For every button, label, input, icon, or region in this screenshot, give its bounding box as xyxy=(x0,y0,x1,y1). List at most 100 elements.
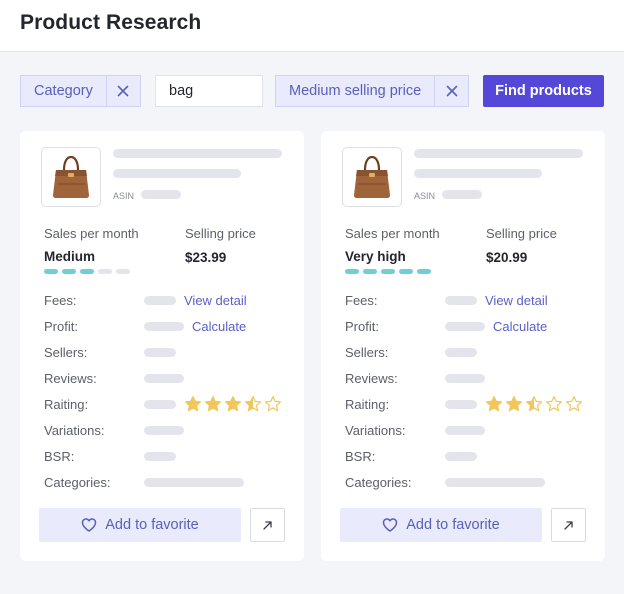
fees-placeholder xyxy=(445,296,477,305)
title-placeholder xyxy=(414,149,583,158)
meter-segment xyxy=(345,269,359,274)
bsr-label: BSR: xyxy=(345,449,376,464)
bsr-label: BSR: xyxy=(44,449,75,464)
price-label: Selling price xyxy=(185,226,256,241)
page-title: Product Research xyxy=(20,11,202,34)
product-card: ASIN Sales per month Medium Selling pric… xyxy=(20,131,304,561)
sellers-label: Sellers: xyxy=(44,345,88,360)
profit-placeholder xyxy=(144,322,184,331)
meter-segment xyxy=(381,269,395,274)
star-icon xyxy=(204,395,222,418)
variations-label: Variations: xyxy=(44,423,105,438)
sales-meter xyxy=(44,269,130,274)
sales-value: Very high xyxy=(345,249,406,264)
fees-label: Fees: xyxy=(345,293,378,308)
sales-value: Medium xyxy=(44,249,96,264)
reviews-placeholder xyxy=(144,374,184,383)
close-icon xyxy=(118,85,129,97)
star-icon xyxy=(505,395,523,418)
category-filter-label[interactable]: Category xyxy=(21,76,107,106)
rating-placeholder xyxy=(445,400,477,409)
asin-placeholder xyxy=(141,190,181,199)
remove-price-filter-button[interactable] xyxy=(435,76,468,106)
subtitle-placeholder xyxy=(414,169,542,178)
open-product-button[interactable] xyxy=(250,508,285,542)
rating-placeholder xyxy=(144,400,176,409)
add-to-favorite-button[interactable]: Add to favorite xyxy=(39,508,241,542)
add-to-favorite-label: Add to favorite xyxy=(105,517,199,533)
handbag-icon xyxy=(53,155,89,198)
star-icon xyxy=(264,395,282,418)
rating-stars xyxy=(184,395,282,418)
price-value: $20.99 xyxy=(486,250,528,265)
calculate-link[interactable]: Calculate xyxy=(493,319,547,334)
product-thumbnail[interactable] xyxy=(342,147,402,207)
star-icon xyxy=(224,395,242,418)
arrow-up-right-icon xyxy=(564,520,573,530)
bsr-placeholder xyxy=(144,452,176,461)
meter-segment xyxy=(363,269,377,274)
asin-label: ASIN xyxy=(113,191,135,201)
find-products-button[interactable]: Find products xyxy=(483,75,604,107)
heart-icon xyxy=(383,518,398,532)
reviews-label: Reviews: xyxy=(44,371,97,386)
meter-segment xyxy=(44,269,58,274)
categories-placeholder xyxy=(144,478,244,487)
star-icon xyxy=(485,395,503,418)
star-icon xyxy=(545,395,563,418)
open-product-button[interactable] xyxy=(551,508,586,542)
add-to-favorite-label: Add to favorite xyxy=(406,517,500,533)
bsr-placeholder xyxy=(445,452,477,461)
calculate-link[interactable]: Calculate xyxy=(192,319,246,334)
categories-label: Categories: xyxy=(44,475,111,490)
price-label: Selling price xyxy=(486,226,557,241)
fees-label: Fees: xyxy=(44,293,77,308)
sellers-placeholder xyxy=(445,348,477,357)
star-icon xyxy=(244,395,262,418)
product-card: ASIN Sales per month Very high Selling p… xyxy=(321,131,605,561)
star-icon xyxy=(184,395,202,418)
category-filter-chip: Category xyxy=(20,75,141,107)
fees-placeholder xyxy=(144,296,176,305)
asin-label: ASIN xyxy=(414,191,436,201)
variations-label: Variations: xyxy=(345,423,406,438)
price-value: $23.99 xyxy=(185,250,227,265)
meter-segment xyxy=(98,269,112,274)
search-input[interactable] xyxy=(155,75,263,107)
star-icon xyxy=(525,395,543,418)
meter-segment xyxy=(80,269,94,274)
view-detail-link[interactable]: View detail xyxy=(184,293,247,308)
title-placeholder xyxy=(113,149,282,158)
sales-label: Sales per month xyxy=(345,226,440,241)
profit-placeholder xyxy=(445,322,485,331)
reviews-placeholder xyxy=(445,374,485,383)
variations-placeholder xyxy=(445,426,485,435)
categories-placeholder xyxy=(445,478,545,487)
profit-label: Profit: xyxy=(44,319,78,334)
price-filter-label[interactable]: Medium selling price xyxy=(276,76,436,106)
sellers-label: Sellers: xyxy=(345,345,389,360)
rating-stars xyxy=(485,395,583,418)
profit-label: Profit: xyxy=(345,319,379,334)
page-header: Product Research xyxy=(0,0,624,52)
handbag-icon xyxy=(354,155,390,198)
meter-segment xyxy=(116,269,130,274)
sales-label: Sales per month xyxy=(44,226,139,241)
heart-icon xyxy=(82,518,97,532)
meter-segment xyxy=(399,269,413,274)
close-icon xyxy=(446,85,457,97)
star-icon xyxy=(565,395,583,418)
subtitle-placeholder xyxy=(113,169,241,178)
sellers-placeholder xyxy=(144,348,176,357)
categories-label: Categories: xyxy=(345,475,412,490)
meter-segment xyxy=(62,269,76,274)
variations-placeholder xyxy=(144,426,184,435)
rating-label: Raiting: xyxy=(44,397,89,412)
add-to-favorite-button[interactable]: Add to favorite xyxy=(340,508,542,542)
view-detail-link[interactable]: View detail xyxy=(485,293,548,308)
sales-meter xyxy=(345,269,431,274)
meter-segment xyxy=(417,269,431,274)
arrow-up-right-icon xyxy=(263,520,272,530)
product-thumbnail[interactable] xyxy=(41,147,101,207)
remove-category-filter-button[interactable] xyxy=(107,76,140,106)
